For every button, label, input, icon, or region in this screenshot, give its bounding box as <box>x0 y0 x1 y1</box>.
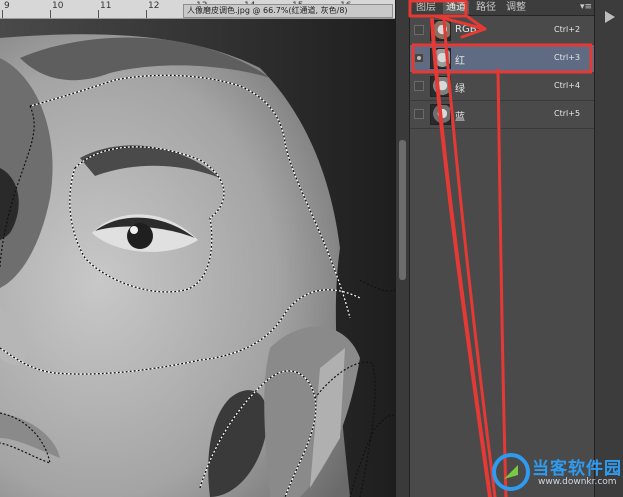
ruler-label: 9 <box>4 1 10 11</box>
tab-channels[interactable]: 通道 <box>443 1 469 14</box>
ruler-tick <box>50 10 51 18</box>
site-logo-icon <box>492 453 530 491</box>
channel-row[interactable]: 绿 Ctrl+4 <box>410 73 594 101</box>
visibility-eye-icon[interactable] <box>414 25 424 35</box>
channel-row[interactable]: 红 Ctrl+3 <box>410 45 594 73</box>
site-watermark: 当客软件园 www.downkr.com <box>492 448 623 497</box>
channel-name: 红 <box>455 56 465 67</box>
panel-menu-icon[interactable]: ▾≡ <box>580 2 592 12</box>
horizontal-ruler[interactable]: 9 10 11 12 13 14 15 16 人像磨皮调色.jpg @ 66.7… <box>0 0 395 19</box>
portrait-image <box>0 18 395 497</box>
tab-paths[interactable]: 路径 <box>473 1 499 14</box>
ruler-label: 10 <box>52 1 64 11</box>
visibility-eye-icon[interactable] <box>414 53 424 63</box>
ruler-tick <box>98 10 99 18</box>
channel-thumbnail <box>430 20 451 41</box>
channel-thumbnail <box>430 48 451 69</box>
channel-shortcut: Ctrl+5 <box>554 109 581 118</box>
document-canvas[interactable]: 9 10 11 12 13 14 15 16 人像磨皮调色.jpg @ 66.7… <box>0 0 395 497</box>
watermark-url: www.downkr.com <box>538 477 617 487</box>
channel-thumbnail <box>430 104 451 125</box>
visibility-eye-icon[interactable] <box>414 81 424 91</box>
channel-name: 绿 <box>455 84 465 95</box>
document-tab[interactable]: 人像磨皮调色.jpg @ 66.7%(红通道, 灰色/8) <box>183 4 393 18</box>
ruler-label: 11 <box>100 1 112 11</box>
watermark-title: 当客软件园 <box>532 459 622 479</box>
channel-name: RGB <box>455 24 477 35</box>
channel-name: 蓝 <box>455 112 465 123</box>
channel-shortcut: Ctrl+4 <box>554 81 581 90</box>
ruler-label: 12 <box>148 1 160 11</box>
channel-row[interactable]: 蓝 Ctrl+5 <box>410 101 594 129</box>
channel-shortcut: Ctrl+2 <box>554 25 581 34</box>
tab-adjustments[interactable]: 调整 <box>503 1 529 14</box>
vertical-scrollbar[interactable] <box>395 0 409 497</box>
ruler-tick <box>146 10 147 18</box>
channel-shortcut: Ctrl+3 <box>554 53 581 62</box>
collapsed-panel-dock <box>594 0 623 497</box>
scrollbar-thumb[interactable] <box>399 140 406 280</box>
channel-row[interactable]: RGB Ctrl+2 <box>410 17 594 45</box>
channel-thumbnail <box>430 76 451 97</box>
visibility-eye-icon[interactable] <box>414 109 424 119</box>
panel-tab-bar: 图层 通道 路径 调整 ▾≡ <box>410 0 594 16</box>
play-icon[interactable] <box>605 11 615 23</box>
tab-layers[interactable]: 图层 <box>413 1 439 14</box>
ruler-tick <box>2 10 3 18</box>
channels-panel: 图层 通道 路径 调整 ▾≡ RGB Ctrl+2 红 Ctrl+3 绿 Ctrl+4 蓝 C… <box>409 0 594 497</box>
